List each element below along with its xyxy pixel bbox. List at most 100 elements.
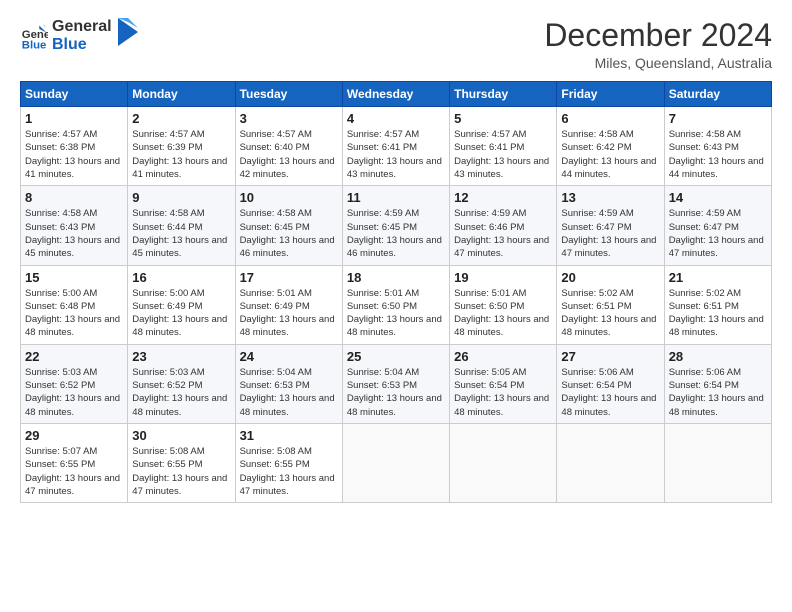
day-info: Sunrise: 5:01 AM Sunset: 6:49 PM Dayligh… [240, 287, 338, 340]
week-row-5: 29 Sunrise: 5:07 AM Sunset: 6:55 PM Dayl… [21, 423, 772, 502]
day-number: 5 [454, 111, 552, 126]
calendar-cell: 20 Sunrise: 5:02 AM Sunset: 6:51 PM Dayl… [557, 265, 664, 344]
day-info: Sunrise: 4:58 AM Sunset: 6:44 PM Dayligh… [132, 207, 230, 260]
main-title: December 2024 [544, 18, 772, 53]
day-info: Sunrise: 5:03 AM Sunset: 6:52 PM Dayligh… [132, 366, 230, 419]
day-number: 9 [132, 190, 230, 205]
day-number: 27 [561, 349, 659, 364]
calendar-cell: 29 Sunrise: 5:07 AM Sunset: 6:55 PM Dayl… [21, 423, 128, 502]
logo-blue: Blue [52, 36, 112, 54]
day-info: Sunrise: 4:59 AM Sunset: 6:47 PM Dayligh… [669, 207, 767, 260]
day-info: Sunrise: 5:03 AM Sunset: 6:52 PM Dayligh… [25, 366, 123, 419]
day-number: 26 [454, 349, 552, 364]
day-info: Sunrise: 5:02 AM Sunset: 6:51 PM Dayligh… [561, 287, 659, 340]
calendar-cell: 17 Sunrise: 5:01 AM Sunset: 6:49 PM Dayl… [235, 265, 342, 344]
subtitle: Miles, Queensland, Australia [544, 55, 772, 71]
day-number: 14 [669, 190, 767, 205]
day-info: Sunrise: 5:05 AM Sunset: 6:54 PM Dayligh… [454, 366, 552, 419]
day-info: Sunrise: 4:58 AM Sunset: 6:43 PM Dayligh… [669, 128, 767, 181]
svg-text:Blue: Blue [22, 40, 47, 51]
day-info: Sunrise: 4:57 AM Sunset: 6:39 PM Dayligh… [132, 128, 230, 181]
header: General Blue General Blue December 2024 … [20, 18, 772, 71]
calendar-cell: 26 Sunrise: 5:05 AM Sunset: 6:54 PM Dayl… [450, 344, 557, 423]
day-number: 11 [347, 190, 445, 205]
calendar-cell: 8 Sunrise: 4:58 AM Sunset: 6:43 PM Dayli… [21, 186, 128, 265]
week-row-2: 8 Sunrise: 4:58 AM Sunset: 6:43 PM Dayli… [21, 186, 772, 265]
day-info: Sunrise: 5:02 AM Sunset: 6:51 PM Dayligh… [669, 287, 767, 340]
day-info: Sunrise: 4:58 AM Sunset: 6:42 PM Dayligh… [561, 128, 659, 181]
day-info: Sunrise: 4:59 AM Sunset: 6:45 PM Dayligh… [347, 207, 445, 260]
day-number: 8 [25, 190, 123, 205]
day-info: Sunrise: 4:57 AM Sunset: 6:40 PM Dayligh… [240, 128, 338, 181]
col-monday: Monday [128, 82, 235, 107]
logo: General Blue General Blue [20, 18, 138, 55]
calendar-cell: 21 Sunrise: 5:02 AM Sunset: 6:51 PM Dayl… [664, 265, 771, 344]
day-info: Sunrise: 5:04 AM Sunset: 6:53 PM Dayligh… [347, 366, 445, 419]
day-info: Sunrise: 5:06 AM Sunset: 6:54 PM Dayligh… [669, 366, 767, 419]
calendar-cell [664, 423, 771, 502]
col-tuesday: Tuesday [235, 82, 342, 107]
day-number: 6 [561, 111, 659, 126]
day-info: Sunrise: 5:00 AM Sunset: 6:48 PM Dayligh… [25, 287, 123, 340]
day-number: 12 [454, 190, 552, 205]
day-info: Sunrise: 4:59 AM Sunset: 6:47 PM Dayligh… [561, 207, 659, 260]
col-friday: Friday [557, 82, 664, 107]
calendar-cell: 4 Sunrise: 4:57 AM Sunset: 6:41 PM Dayli… [342, 107, 449, 186]
calendar-cell: 6 Sunrise: 4:58 AM Sunset: 6:42 PM Dayli… [557, 107, 664, 186]
calendar-cell: 13 Sunrise: 4:59 AM Sunset: 6:47 PM Dayl… [557, 186, 664, 265]
day-info: Sunrise: 5:00 AM Sunset: 6:49 PM Dayligh… [132, 287, 230, 340]
page: General Blue General Blue December 2024 … [0, 0, 792, 612]
day-number: 2 [132, 111, 230, 126]
day-number: 13 [561, 190, 659, 205]
day-info: Sunrise: 5:08 AM Sunset: 6:55 PM Dayligh… [240, 445, 338, 498]
day-number: 29 [25, 428, 123, 443]
day-info: Sunrise: 5:01 AM Sunset: 6:50 PM Dayligh… [454, 287, 552, 340]
day-info: Sunrise: 4:58 AM Sunset: 6:45 PM Dayligh… [240, 207, 338, 260]
day-number: 24 [240, 349, 338, 364]
calendar-cell: 28 Sunrise: 5:06 AM Sunset: 6:54 PM Dayl… [664, 344, 771, 423]
day-info: Sunrise: 5:07 AM Sunset: 6:55 PM Dayligh… [25, 445, 123, 498]
day-info: Sunrise: 4:57 AM Sunset: 6:38 PM Dayligh… [25, 128, 123, 181]
day-number: 16 [132, 270, 230, 285]
calendar-cell: 16 Sunrise: 5:00 AM Sunset: 6:49 PM Dayl… [128, 265, 235, 344]
day-info: Sunrise: 5:06 AM Sunset: 6:54 PM Dayligh… [561, 366, 659, 419]
calendar-cell: 22 Sunrise: 5:03 AM Sunset: 6:52 PM Dayl… [21, 344, 128, 423]
calendar-cell: 1 Sunrise: 4:57 AM Sunset: 6:38 PM Dayli… [21, 107, 128, 186]
day-number: 20 [561, 270, 659, 285]
day-number: 4 [347, 111, 445, 126]
calendar-cell: 2 Sunrise: 4:57 AM Sunset: 6:39 PM Dayli… [128, 107, 235, 186]
calendar-cell: 24 Sunrise: 5:04 AM Sunset: 6:53 PM Dayl… [235, 344, 342, 423]
calendar-cell: 31 Sunrise: 5:08 AM Sunset: 6:55 PM Dayl… [235, 423, 342, 502]
calendar-cell: 30 Sunrise: 5:08 AM Sunset: 6:55 PM Dayl… [128, 423, 235, 502]
day-number: 7 [669, 111, 767, 126]
calendar-cell: 11 Sunrise: 4:59 AM Sunset: 6:45 PM Dayl… [342, 186, 449, 265]
day-info: Sunrise: 4:57 AM Sunset: 6:41 PM Dayligh… [454, 128, 552, 181]
day-number: 31 [240, 428, 338, 443]
calendar-cell: 9 Sunrise: 4:58 AM Sunset: 6:44 PM Dayli… [128, 186, 235, 265]
col-wednesday: Wednesday [342, 82, 449, 107]
calendar-cell: 18 Sunrise: 5:01 AM Sunset: 6:50 PM Dayl… [342, 265, 449, 344]
day-number: 18 [347, 270, 445, 285]
calendar-table: Sunday Monday Tuesday Wednesday Thursday… [20, 81, 772, 503]
calendar-cell: 12 Sunrise: 4:59 AM Sunset: 6:46 PM Dayl… [450, 186, 557, 265]
day-info: Sunrise: 5:01 AM Sunset: 6:50 PM Dayligh… [347, 287, 445, 340]
week-row-1: 1 Sunrise: 4:57 AM Sunset: 6:38 PM Dayli… [21, 107, 772, 186]
logo-general: General [52, 18, 112, 36]
day-number: 15 [25, 270, 123, 285]
calendar-cell [557, 423, 664, 502]
day-number: 21 [669, 270, 767, 285]
logo-icon: General Blue [20, 22, 48, 50]
title-block: December 2024 Miles, Queensland, Austral… [544, 18, 772, 71]
calendar-cell: 23 Sunrise: 5:03 AM Sunset: 6:52 PM Dayl… [128, 344, 235, 423]
calendar-cell: 7 Sunrise: 4:58 AM Sunset: 6:43 PM Dayli… [664, 107, 771, 186]
day-number: 19 [454, 270, 552, 285]
calendar-cell [450, 423, 557, 502]
day-number: 30 [132, 428, 230, 443]
calendar-cell: 10 Sunrise: 4:58 AM Sunset: 6:45 PM Dayl… [235, 186, 342, 265]
day-info: Sunrise: 4:58 AM Sunset: 6:43 PM Dayligh… [25, 207, 123, 260]
calendar-cell: 19 Sunrise: 5:01 AM Sunset: 6:50 PM Dayl… [450, 265, 557, 344]
day-number: 22 [25, 349, 123, 364]
calendar-cell: 15 Sunrise: 5:00 AM Sunset: 6:48 PM Dayl… [21, 265, 128, 344]
logo-triangle-icon [118, 18, 138, 46]
calendar-cell: 3 Sunrise: 4:57 AM Sunset: 6:40 PM Dayli… [235, 107, 342, 186]
